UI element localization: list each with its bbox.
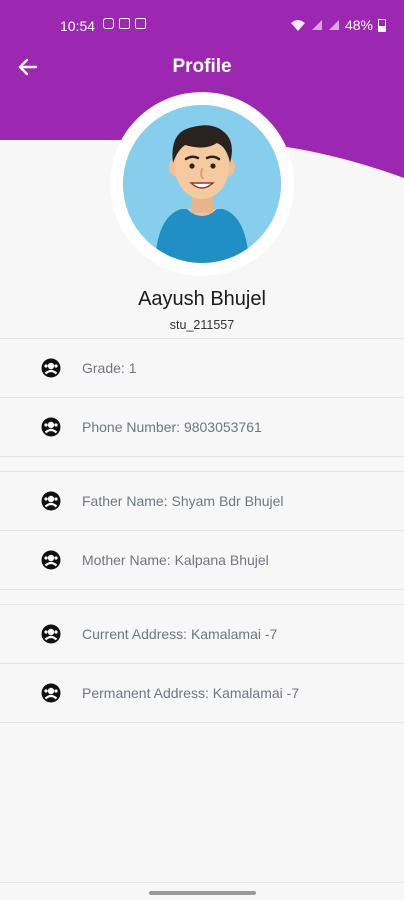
profile-details-list: Grade: 1 Phone Number: 9803053761 Father…: [0, 338, 404, 723]
person-circle-icon: [41, 358, 61, 378]
detail-row-permanent-address: Permanent Address: Kamalamai -7: [0, 664, 404, 722]
page-title: Profile: [172, 56, 232, 77]
profile-username: stu_211557: [169, 318, 235, 332]
wifi-icon: [290, 19, 305, 31]
detail-label-permanent-address: Permanent Address: Kamalamai -7: [82, 685, 300, 701]
battery-percent: 48%: [344, 17, 373, 33]
detail-row-current-address: Current Address: Kamalamai -7: [0, 605, 404, 663]
battery-icon: [378, 18, 386, 32]
detail-row-father: Father Name: Shyam Bdr Bhujel: [0, 472, 404, 530]
gallery-icon: [135, 18, 146, 29]
status-notification-icons: [103, 18, 146, 29]
detail-row-grade: Grade: 1: [0, 339, 404, 397]
detail-row-phone: Phone Number: 9803053761: [0, 398, 404, 456]
detail-row-mother: Mother Name: Kalpana Bhujel: [0, 531, 404, 589]
person-circle-icon: [41, 683, 61, 703]
person-circle-icon: [41, 491, 61, 511]
status-time: 10:54: [60, 18, 96, 34]
signal-icon-2: [328, 20, 339, 30]
signal-icon: [311, 20, 322, 30]
status-system-icons: 48%: [290, 17, 386, 33]
status-bar: 10:54 48%: [0, 0, 404, 52]
person-circle-icon: [41, 417, 61, 437]
payment-icon: [119, 18, 130, 29]
divider: [0, 722, 404, 723]
detail-label-current-address: Current Address: Kamalamai -7: [82, 626, 278, 642]
person-circle-icon: [41, 550, 61, 570]
avatar: [123, 105, 281, 263]
nav-bar-divider: [0, 882, 404, 883]
boy-avatar-icon: [123, 105, 281, 263]
detail-label-phone: Phone Number: 9803053761: [82, 419, 262, 435]
home-indicator[interactable]: [149, 891, 256, 895]
detail-label-father: Father Name: Shyam Bdr Bhujel: [82, 493, 284, 509]
detail-label-grade: Grade: 1: [82, 360, 137, 376]
instagram-icon: [103, 18, 114, 29]
person-circle-icon: [41, 624, 61, 644]
avatar-frame: [110, 92, 294, 276]
detail-label-mother: Mother Name: Kalpana Bhujel: [82, 552, 269, 568]
profile-name: Aayush Bhujel: [138, 288, 266, 310]
